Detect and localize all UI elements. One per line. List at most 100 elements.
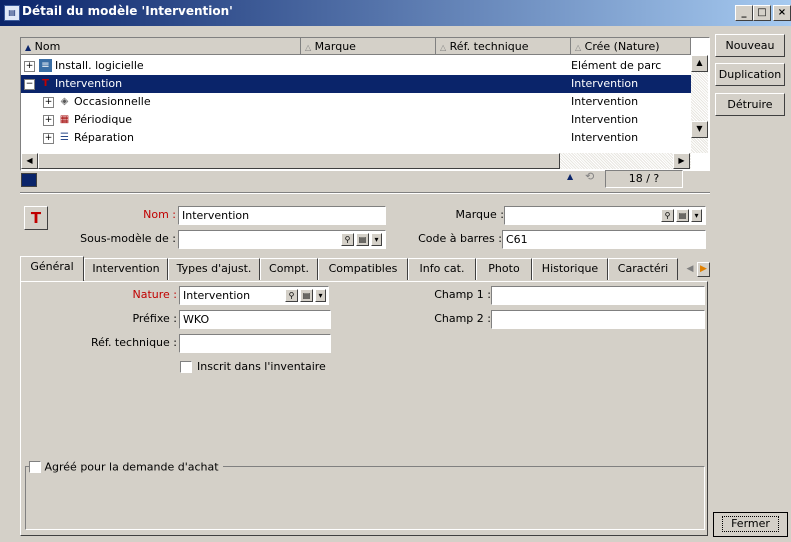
purchase-approval-checkbox[interactable]	[29, 461, 41, 473]
list-item-name: Install. logicielle	[55, 59, 144, 72]
purchase-approval-group	[25, 466, 705, 530]
occasional-cube-icon: ◈	[60, 96, 69, 107]
refresh-icon[interactable]: ⟲	[585, 170, 594, 183]
expand-icon[interactable]: +	[24, 61, 35, 72]
window-app-icon: ▤	[4, 5, 20, 21]
marque-search-icon[interactable]: ⚲	[661, 209, 674, 222]
expand-icon[interactable]: +	[43, 115, 54, 126]
sous-modele-detail-icon[interactable]: ▤	[356, 233, 369, 246]
new-button[interactable]: Nouveau	[715, 34, 785, 57]
tab-page-general: Nature : Intervention ⚲ ▤ ▾ Préfixe : WK…	[20, 281, 708, 536]
scroll-down-icon[interactable]: ▼	[691, 121, 708, 138]
periodic-calendar-icon: ▦	[59, 114, 70, 125]
sous-modele-dropdown-icon[interactable]: ▾	[371, 233, 382, 246]
column-header-nom-label: Nom	[34, 40, 61, 53]
nom-field[interactable]: Intervention	[178, 206, 386, 225]
champ2-field[interactable]	[491, 310, 705, 329]
duplicate-button[interactable]: Duplication	[715, 63, 785, 86]
marque-detail-icon[interactable]: ▤	[676, 209, 689, 222]
tab-photo[interactable]: Photo	[476, 258, 532, 280]
expand-icon[interactable]: +	[43, 97, 54, 108]
code-barres-label: Code à barres :	[418, 232, 502, 245]
marque-label: Marque :	[455, 208, 505, 221]
nature-detail-icon[interactable]: ▤	[300, 289, 313, 302]
intervention-t-icon: T	[42, 78, 49, 89]
list-item-nature: Intervention	[571, 77, 639, 90]
column-header-cree-nature-label: Crée (Nature)	[584, 40, 660, 53]
inventaire-checkbox[interactable]	[180, 361, 192, 373]
destroy-button-label: Détruire	[727, 98, 773, 111]
column-header-cree-nature[interactable]: △ Crée (Nature)	[571, 38, 691, 55]
sous-modele-search-icon[interactable]: ⚲	[341, 233, 354, 246]
list-item[interactable]: + ◈ Occasionnelle Intervention	[21, 93, 691, 111]
close-window-button[interactable]: ×	[773, 5, 791, 21]
prefixe-field[interactable]: WKO	[179, 310, 331, 329]
tab-compt[interactable]: Compt.	[260, 258, 318, 280]
tab-scroll-right-icon[interactable]: ▶	[697, 262, 710, 277]
nature-label: Nature :	[132, 288, 177, 301]
purchase-approval-label: Agréé pour la demande d'achat	[44, 460, 219, 474]
tab-compatibles[interactable]: Compatibles	[318, 258, 408, 280]
marque-dropdown-icon[interactable]: ▾	[691, 209, 702, 222]
column-header-marque-label: Marque	[314, 40, 356, 53]
scroll-left-icon[interactable]: ◀	[21, 153, 38, 169]
champ1-field[interactable]	[491, 286, 705, 305]
list-item-nature: Intervention	[571, 113, 639, 126]
duplicate-button-label: Duplication	[718, 68, 782, 81]
tab-scroll-left-icon[interactable]: ◀	[684, 262, 696, 277]
list-item-name: Intervention	[55, 77, 123, 90]
close-button[interactable]: Fermer	[713, 512, 788, 537]
splitter[interactable]	[20, 192, 710, 194]
tab-strip: Général Intervention Types d'ajust. Comp…	[20, 256, 710, 281]
title-bar: ▤ Détail du modèle 'Intervention' _ □ ×	[0, 0, 791, 26]
minimize-button[interactable]: _	[735, 5, 753, 21]
tab-caracteristiques[interactable]: Caractéri	[608, 258, 678, 280]
maximize-button[interactable]: □	[753, 5, 771, 21]
column-header-nom[interactable]: ▲ Nom	[21, 38, 301, 55]
close-button-label: Fermer	[722, 516, 779, 532]
nature-search-icon[interactable]: ⚲	[285, 289, 298, 302]
model-tree-list[interactable]: ▲ Nom △ Marque △ Réf. technique △ Crée (…	[20, 37, 710, 171]
expand-icon[interactable]: +	[43, 133, 54, 144]
tab-types-ajust[interactable]: Types d'ajust.	[168, 258, 260, 280]
vertical-scrollbar[interactable]: ▲ ▼	[691, 55, 708, 153]
window-title: Détail du modèle 'Intervention'	[22, 4, 233, 18]
column-header-ref-technique-label: Réf. technique	[449, 40, 529, 53]
inventaire-label: Inscrit dans l'inventaire	[197, 360, 326, 373]
tab-historique[interactable]: Historique	[532, 258, 608, 280]
column-header-ref-technique[interactable]: △ Réf. technique	[436, 38, 571, 55]
list-item[interactable]: + ☰ Réparation Intervention	[21, 129, 691, 147]
horizontal-scrollbar[interactable]: ◀ ▶	[21, 153, 691, 169]
list-item-name: Périodique	[74, 113, 133, 126]
sort-indicator-icon[interactable]: ▲	[567, 172, 573, 181]
collapse-icon[interactable]: −	[24, 79, 35, 90]
model-image-icon[interactable]: T	[24, 206, 48, 230]
scroll-up-icon[interactable]: ▲	[691, 55, 708, 72]
ref-technique-field[interactable]	[179, 334, 331, 353]
scroll-right-icon[interactable]: ▶	[673, 153, 690, 169]
sous-modele-label: Sous-modèle de :	[80, 232, 176, 245]
list-item[interactable]: + ▦ Périodique Intervention	[21, 111, 691, 129]
destroy-button[interactable]: Détruire	[715, 93, 785, 116]
sous-modele-field[interactable]	[178, 230, 386, 249]
code-barres-field[interactable]: C61	[502, 230, 706, 249]
list-item-name: Réparation	[74, 131, 134, 144]
list-config-icon[interactable]	[21, 173, 37, 187]
champ1-label: Champ 1 :	[434, 288, 491, 301]
tab-scroll-arrows[interactable]: ◀ ▶	[684, 262, 710, 277]
ref-technique-label: Réf. technique :	[90, 336, 177, 349]
tab-intervention[interactable]: Intervention	[84, 258, 168, 280]
champ2-label: Champ 2 :	[434, 312, 491, 325]
tab-info-cat[interactable]: Info cat.	[408, 258, 476, 280]
tab-general[interactable]: Général	[20, 256, 84, 281]
list-item-selected[interactable]: − T Intervention Intervention	[21, 75, 691, 93]
list-item-nature: Intervention	[571, 131, 639, 144]
horizontal-scroll-thumb[interactable]	[38, 153, 560, 169]
list-item-name: Occasionnelle	[74, 95, 151, 108]
nature-dropdown-icon[interactable]: ▾	[315, 289, 326, 302]
repair-icon: ☰	[60, 132, 69, 143]
list-item[interactable]: + ≡ Install. logicielle Elément de parc	[21, 57, 691, 75]
column-header-marque[interactable]: △ Marque	[301, 38, 436, 55]
list-item-nature: Elément de parc	[571, 59, 662, 72]
list-item-nature: Intervention	[571, 95, 639, 108]
